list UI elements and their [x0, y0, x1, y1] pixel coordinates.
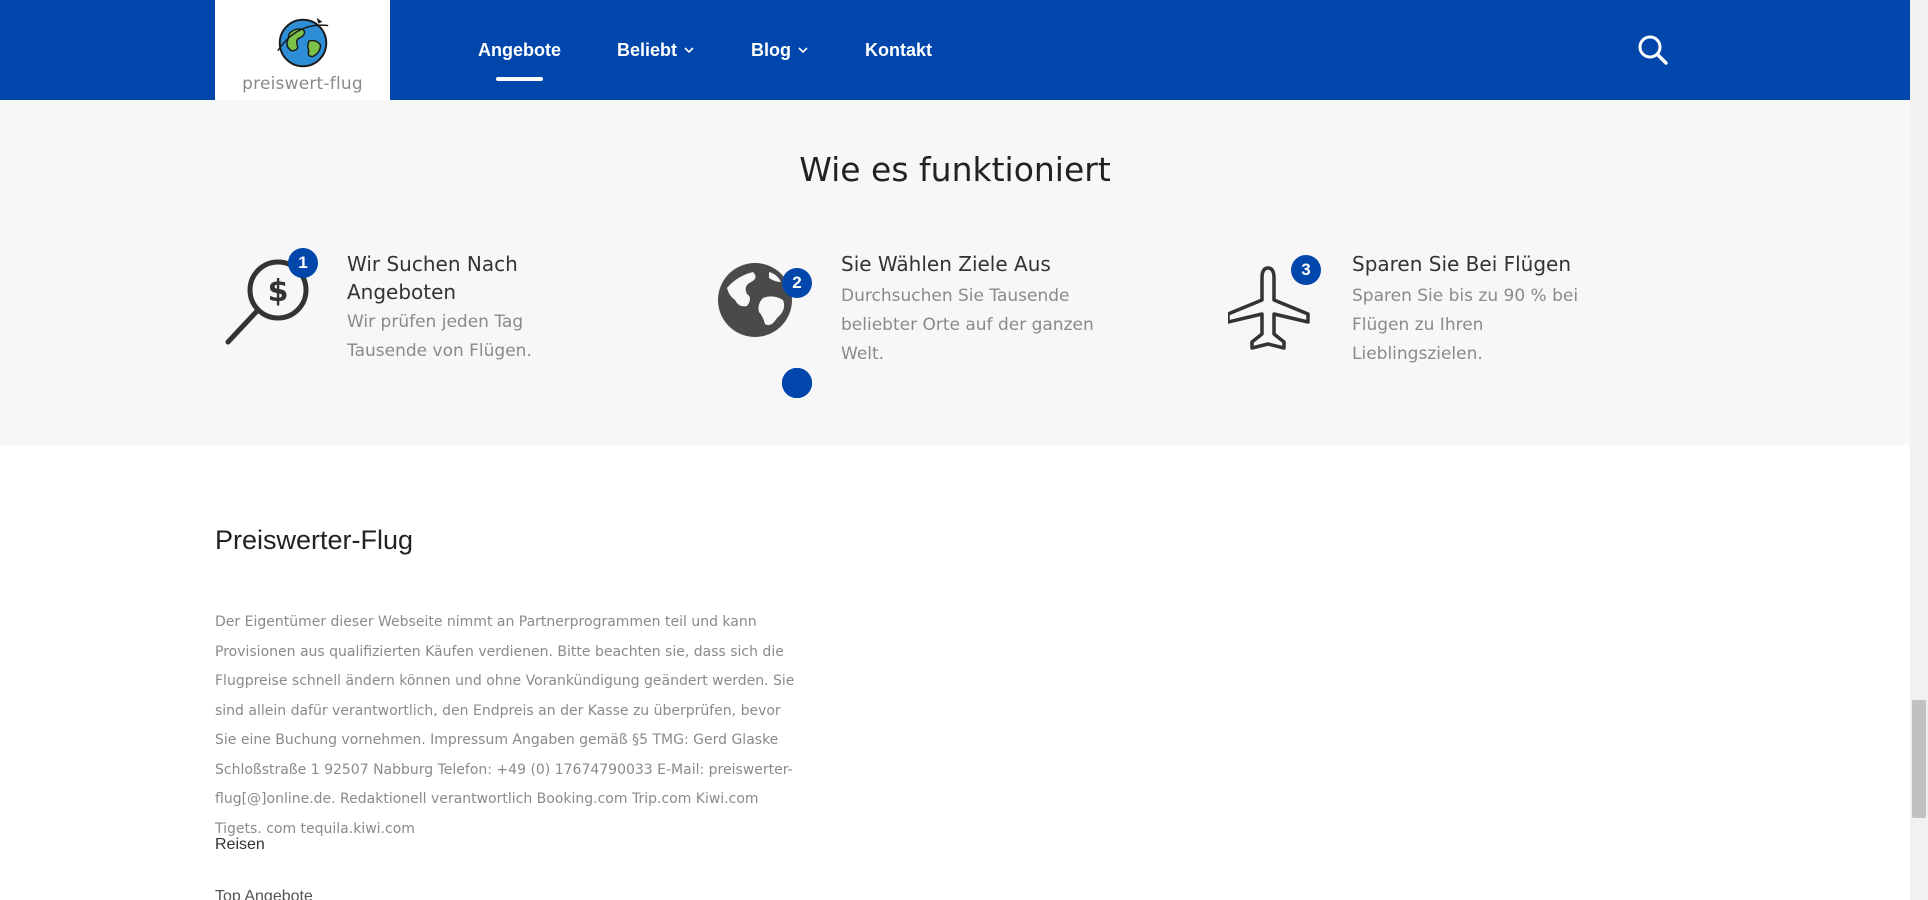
step-title: Sparen Sie Bei Flügen — [1352, 252, 1572, 276]
section-title: Wie es funktioniert — [799, 150, 1111, 189]
search-icon[interactable] — [1636, 33, 1670, 67]
site-logo[interactable]: preiswert-flug — [215, 0, 390, 100]
footer-disclaimer: Der Eigentümer dieser Webseite nimmt an … — [215, 614, 795, 837]
main-nav: Angebote Beliebt Blog Kontakt — [478, 0, 988, 100]
footer-title: Preiswerter-Flug — [215, 525, 414, 555]
nav-item-label: Blog — [751, 39, 792, 60]
footer-top-link[interactable]: Top Angebote — [215, 888, 313, 900]
step-description: Durchsuchen Sie Tausende beliebter Orte … — [841, 286, 1094, 364]
chevron-down-icon — [684, 47, 694, 54]
step-title: Wir Suchen Nach Angeboten — [347, 252, 518, 304]
globe-logo-icon — [276, 17, 328, 68]
site-header: preiswert-flug Angebote Beliebt Blog Kon… — [0, 0, 1910, 100]
scrollbar-thumb[interactable] — [1912, 700, 1926, 818]
nav-item-kontakt[interactable]: Kontakt — [865, 40, 932, 61]
nav-item-label: Kontakt — [865, 39, 933, 60]
logo-text: preiswert-flug — [242, 74, 363, 94]
step-title: Sie Wählen Ziele Aus — [841, 252, 1051, 276]
step-number-badge: 3 — [1291, 255, 1321, 285]
step-description: Wir prüfen jeden Tag Tausende von Flügen… — [347, 312, 532, 361]
nav-item-beliebt[interactable]: Beliebt — [617, 40, 695, 61]
how-it-works-section: Wie es funktioniert $ 1 Wir Suchen Nach … — [0, 100, 1910, 445]
nav-item-label: Beliebt — [617, 39, 678, 60]
step-number-badge: 1 — [288, 248, 318, 278]
footer-reisen-heading: Reisen — [215, 836, 265, 853]
nav-item-label: Angebote — [478, 39, 561, 60]
chevron-down-icon — [798, 47, 808, 54]
svg-text:$: $ — [268, 274, 289, 309]
step-description: Sparen Sie bis zu 90 % bei Flügen zu Ihr… — [1352, 286, 1579, 364]
page: preiswert-flug Angebote Beliebt Blog Kon… — [0, 0, 1928, 900]
nav-item-blog[interactable]: Blog — [751, 40, 809, 61]
step-number-badge: 2 — [782, 268, 812, 298]
nav-item-angebote[interactable]: Angebote — [478, 39, 561, 81]
